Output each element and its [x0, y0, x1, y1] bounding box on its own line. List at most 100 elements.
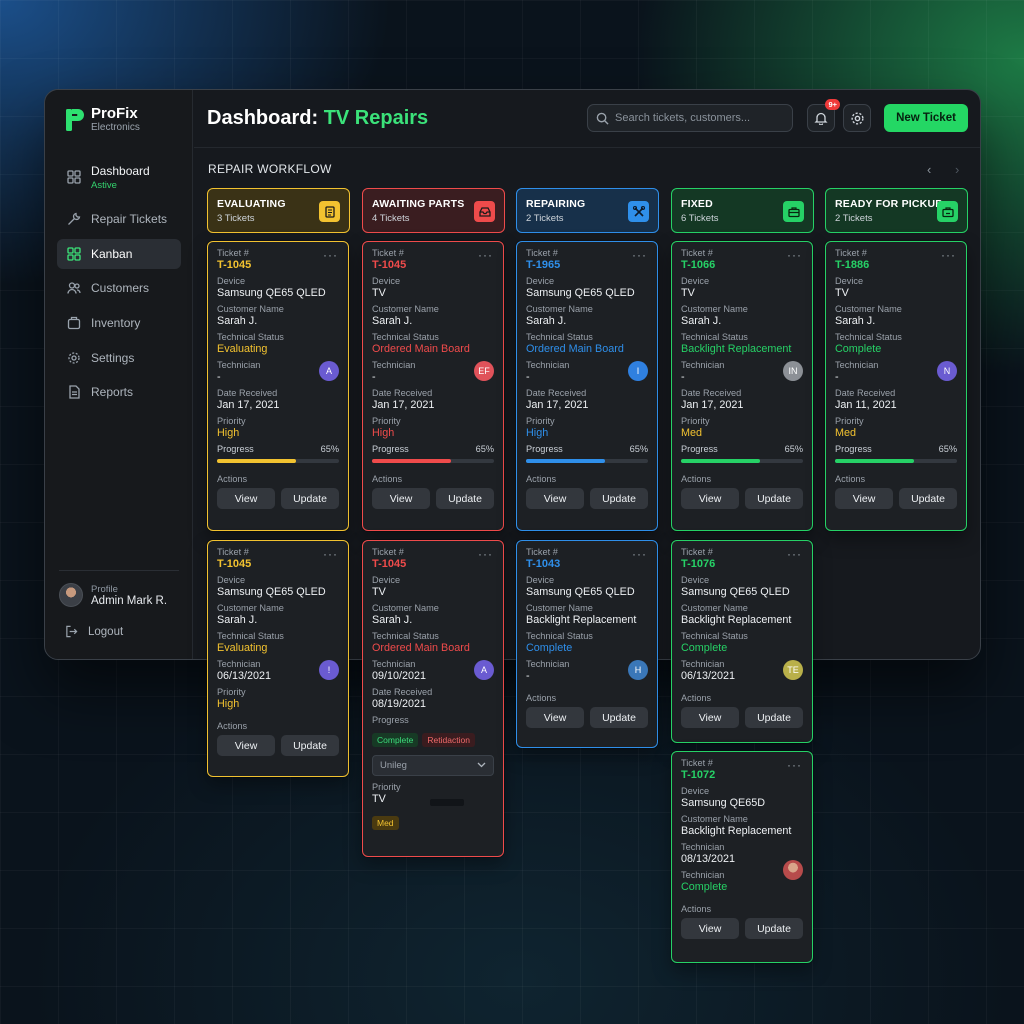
kanban-icon — [67, 247, 81, 261]
priority-label: Priority — [835, 416, 864, 426]
progress-row: Progress 65% — [372, 444, 494, 455]
view-button[interactable]: View — [526, 707, 584, 728]
chip-complete[interactable]: Complete — [372, 733, 419, 747]
ticket-label: Ticket # — [681, 248, 713, 258]
sidebar-item-inventory[interactable]: Inventory — [57, 308, 181, 338]
view-button[interactable]: View — [526, 488, 584, 509]
ticket-card[interactable]: ··· Ticket # T-1072 Device Samsung QE65D Cust… — [671, 751, 813, 963]
sidebar-item-settings[interactable]: Settings — [57, 343, 181, 373]
date-received-label: Date Received — [681, 388, 742, 398]
card-menu-button[interactable]: ··· — [478, 547, 493, 561]
view-button[interactable]: View — [681, 488, 739, 509]
search-input[interactable] — [615, 112, 785, 124]
card-menu-button[interactable]: ··· — [323, 547, 338, 561]
tech-status-value: Complete — [835, 343, 882, 355]
update-button[interactable]: Update — [436, 488, 494, 509]
date-received-label: Date Received — [835, 388, 896, 398]
view-button[interactable]: View — [217, 735, 275, 756]
update-button[interactable]: Update — [281, 735, 339, 756]
ticket-card[interactable]: ··· Ticket # T-1066 Device TV Customer Name Sa… — [671, 241, 813, 531]
card-menu-button[interactable]: ··· — [787, 248, 802, 262]
update-button[interactable]: Update — [590, 488, 648, 509]
column-header-fixed[interactable]: FIXED 6 Tickets — [671, 188, 814, 233]
sidebar-item-kanban[interactable]: Kanban — [57, 238, 181, 269]
profile[interactable]: Profile Admin Mark R. — [59, 583, 179, 607]
progress-bar — [681, 459, 803, 463]
column-header-awaiting[interactable]: AWAITING PARTS 4 Tickets — [362, 188, 505, 233]
sidebar-item-reports[interactable]: Reports — [57, 377, 181, 407]
settings-button[interactable] — [843, 104, 871, 132]
card-menu-button[interactable]: ··· — [787, 547, 802, 561]
card-menu-button[interactable]: ··· — [323, 248, 338, 262]
ticket-id: T-1045 — [372, 259, 407, 271]
technician-row: Technician 06/13/2021 TE — [681, 659, 803, 683]
new-ticket-button[interactable]: New Ticket — [884, 104, 968, 132]
ticket-card[interactable]: ··· Ticket # T-1965 Device Samsung QE65 QLED… — [516, 241, 658, 531]
technician-avatar: A — [474, 660, 494, 680]
logout-button[interactable]: Logout — [59, 625, 179, 638]
card-menu-button[interactable]: ··· — [941, 248, 956, 262]
update-button[interactable]: Update — [899, 488, 957, 509]
ticket-card[interactable]: ··· Ticket # T-1045 Device TV Customer Name Sa… — [362, 540, 504, 857]
update-button[interactable]: Update — [590, 707, 648, 728]
view-button[interactable]: View — [217, 488, 275, 509]
sidebar-item-label: Settings — [91, 350, 135, 365]
ticket-id: T-1886 — [835, 259, 870, 271]
ticket-label: Ticket # — [835, 248, 867, 258]
update-button[interactable]: Update — [745, 707, 803, 728]
ticket-card[interactable]: ··· Ticket # T-1045 Device Samsung QE65 QLED… — [207, 241, 349, 531]
view-button[interactable]: View — [372, 488, 430, 509]
ticket-card[interactable]: ··· Ticket # T-1076 Device Samsung QE65 QLED… — [671, 540, 813, 743]
card-menu-button[interactable]: ··· — [787, 758, 802, 772]
document-icon — [69, 385, 80, 400]
column-header-evaluating[interactable]: EVALUATING 3 Tickets — [207, 188, 350, 233]
column-header-ready[interactable]: READY FOR PICKUP 2 Tickets — [825, 188, 968, 233]
prev-page-button[interactable]: ‹ — [927, 162, 931, 177]
card-actions: View Update — [835, 488, 957, 509]
brand-logo: ProFix Electronics — [65, 106, 140, 134]
ticket-card[interactable]: ··· Ticket # T-1045 Device TV Customer Name Sa… — [362, 241, 504, 531]
actions-label: Actions — [217, 721, 248, 731]
technician-avatar: TE — [783, 660, 803, 680]
profile-label: Profile — [91, 583, 118, 595]
customer-value: Backlight Replacement — [681, 614, 792, 626]
update-button[interactable]: Update — [281, 488, 339, 509]
customer-label: Customer Name — [526, 304, 593, 314]
technician-avatar: EF — [474, 361, 494, 381]
sidebar-item-customers[interactable]: Customers — [57, 273, 181, 303]
notifications-button[interactable]: 9+ — [807, 99, 840, 132]
update-button[interactable]: Update — [745, 488, 803, 509]
ticket-card[interactable]: ··· Ticket # T-1045 Device Samsung QE65 QLED… — [207, 540, 349, 777]
update-button[interactable]: Update — [745, 918, 803, 939]
ticket-label: Ticket # — [372, 547, 404, 557]
brand-sub: Electronics — [91, 122, 140, 133]
ticket-card[interactable]: ··· Ticket # T-1886 Device TV Customer Name Sa… — [825, 241, 967, 531]
priority-label: Priority — [681, 416, 710, 426]
chip-retidaction[interactable]: Retidaction — [422, 733, 475, 747]
view-button[interactable]: View — [681, 918, 739, 939]
customer-value: Sarah J. — [835, 315, 876, 327]
column-header-repairing[interactable]: REPAIRING 2 Tickets — [516, 188, 659, 233]
device-value: TV — [835, 287, 849, 299]
device-label: Device — [372, 276, 401, 286]
next-page-button[interactable]: › — [955, 162, 959, 177]
search-box[interactable] — [587, 104, 793, 132]
ticket-card[interactable]: ··· Ticket # T-1043 Device Samsung QE65 QLED… — [516, 540, 658, 748]
inbox-icon — [474, 201, 495, 222]
card-menu-button[interactable]: ··· — [478, 248, 493, 262]
status-select[interactable]: Unileg — [372, 755, 494, 776]
tech-status-label: Technical Status — [217, 332, 284, 342]
view-button[interactable]: View — [681, 707, 739, 728]
ticket-id: T-1045 — [217, 259, 252, 271]
sidebar-item-dashboard[interactable]: Dashboard Astive — [57, 158, 181, 196]
view-button[interactable]: View — [835, 488, 893, 509]
technician-avatar: A — [319, 361, 339, 381]
tech-status-value: Complete — [681, 642, 728, 654]
card-menu-button[interactable]: ··· — [632, 547, 647, 561]
tech-status-label: Technical Status — [526, 631, 593, 641]
card-actions: View Update — [526, 707, 648, 728]
card-menu-button[interactable]: ··· — [632, 248, 647, 262]
priority-value: High — [217, 427, 240, 439]
sidebar-item-repair-tickets[interactable]: Repair Tickets — [57, 204, 181, 234]
sidebar-item-label: Dashboard — [91, 163, 150, 178]
